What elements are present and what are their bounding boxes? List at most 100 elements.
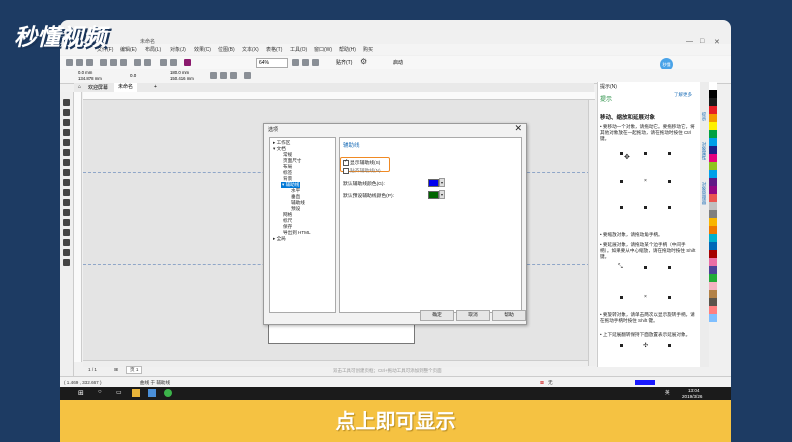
- guide-color-swatch[interactable]: [428, 179, 439, 187]
- lock-ratio-icon[interactable]: [210, 72, 217, 79]
- rectangle-tool-icon[interactable]: [63, 159, 70, 166]
- cut-icon[interactable]: [100, 59, 107, 66]
- palette-swatch[interactable]: [709, 90, 717, 98]
- learn-more-link[interactable]: 了解更多: [674, 92, 696, 97]
- grid-icon[interactable]: [312, 59, 319, 66]
- palette-swatch[interactable]: [709, 314, 717, 322]
- tab-untitled[interactable]: 未命名: [114, 83, 138, 92]
- palette-swatch[interactable]: [709, 210, 717, 218]
- start-icon[interactable]: ⊞: [78, 389, 84, 397]
- ime-indicator[interactable]: 英: [665, 390, 670, 396]
- palette-swatch[interactable]: [709, 194, 717, 202]
- palette-swatch[interactable]: [709, 306, 717, 314]
- x-position-field[interactable]: 0.0 mm: [78, 70, 92, 75]
- palette-swatch[interactable]: [709, 170, 717, 178]
- palette-swatch[interactable]: [709, 290, 717, 298]
- wrap-text-icon[interactable]: [244, 72, 251, 79]
- copy-icon[interactable]: [110, 59, 117, 66]
- palette-swatch[interactable]: [709, 274, 717, 282]
- tree-item-export-html[interactable]: 导出到 HTML: [283, 230, 311, 236]
- menu-tools[interactable]: 工具(O): [290, 46, 307, 53]
- palette-swatch[interactable]: [709, 186, 717, 194]
- preset-color-dropdown[interactable]: ▾: [439, 190, 445, 199]
- interactive-fill-icon[interactable]: [63, 249, 70, 256]
- palette-swatch[interactable]: [709, 282, 717, 290]
- menu-help[interactable]: 帮助(H): [339, 46, 356, 53]
- palette-swatch[interactable]: [709, 130, 717, 138]
- transparency-icon[interactable]: [63, 229, 70, 236]
- palette-swatch[interactable]: [709, 218, 717, 226]
- palette-swatch[interactable]: [709, 98, 717, 106]
- freehand-tool-icon[interactable]: [63, 139, 70, 146]
- palette-swatch[interactable]: [709, 298, 717, 306]
- palette-swatch[interactable]: [709, 250, 717, 258]
- dialog-close-button[interactable]: ✕: [514, 123, 522, 134]
- ellipse-tool-icon[interactable]: [63, 169, 70, 176]
- palette-swatch[interactable]: [709, 154, 717, 162]
- snap-guides-checkbox[interactable]: [343, 168, 349, 174]
- file-explorer-icon[interactable]: [132, 389, 140, 397]
- palette-swatch[interactable]: [709, 202, 717, 210]
- open-icon[interactable]: [76, 59, 83, 66]
- crop-tool-icon[interactable]: [63, 119, 70, 126]
- menu-object[interactable]: 对象(J): [170, 46, 186, 53]
- launch-dropdown[interactable]: 启动: [393, 59, 403, 66]
- palette-swatch[interactable]: [709, 122, 717, 130]
- import-icon[interactable]: [160, 59, 167, 66]
- outline-color-swatch[interactable]: [635, 380, 655, 385]
- palette-swatch[interactable]: [709, 242, 717, 250]
- zoom-select[interactable]: 64%: [256, 58, 288, 68]
- palette-swatch[interactable]: [709, 138, 717, 146]
- artistic-media-icon[interactable]: [63, 149, 70, 156]
- palette-swatch[interactable]: [709, 114, 717, 122]
- help-button[interactable]: 帮助: [492, 310, 526, 321]
- palette-swatch[interactable]: [709, 178, 717, 186]
- export-icon[interactable]: [170, 59, 177, 66]
- coreldraw-icon[interactable]: [164, 389, 172, 397]
- full-screen-icon[interactable]: [292, 59, 299, 66]
- pick-tool-icon[interactable]: [63, 99, 70, 106]
- palette-swatch[interactable]: [709, 106, 717, 114]
- menu-layout[interactable]: 布局(L): [145, 46, 161, 53]
- palette-swatch[interactable]: [709, 234, 717, 242]
- palette-swatch[interactable]: [709, 226, 717, 234]
- side-tab-properties[interactable]: 对象属性: [701, 142, 707, 160]
- palette-swatch[interactable]: [709, 162, 717, 170]
- drop-shadow-icon[interactable]: [63, 219, 70, 226]
- text-tool-icon[interactable]: [63, 189, 70, 196]
- shape-tool-icon[interactable]: [63, 109, 70, 116]
- mirror-h-icon[interactable]: [220, 72, 227, 79]
- vertical-scrollbar[interactable]: [588, 100, 596, 366]
- tab-welcome[interactable]: 欢迎屏幕: [88, 84, 108, 91]
- palette-swatch[interactable]: [709, 266, 717, 274]
- menu-table[interactable]: 表格(T): [266, 46, 282, 53]
- preset-color-swatch[interactable]: [428, 191, 439, 199]
- side-tab-hints[interactable]: 提示: [701, 112, 707, 121]
- tree-item-global[interactable]: ▸ 全局: [273, 236, 286, 242]
- mirror-v-icon[interactable]: [230, 72, 237, 79]
- ok-button[interactable]: 确定: [420, 310, 454, 321]
- search-icon[interactable]: ○: [98, 389, 102, 395]
- palette-swatch[interactable]: [709, 258, 717, 266]
- add-page-icon[interactable]: ⊞: [114, 367, 118, 373]
- palette-swatch[interactable]: [709, 82, 717, 90]
- parallel-dimension-icon[interactable]: [63, 199, 70, 206]
- add-tab-icon[interactable]: +: [154, 84, 157, 90]
- new-icon[interactable]: [66, 59, 73, 66]
- side-tab-object-manager[interactable]: 对象管理器: [701, 182, 707, 205]
- connector-tool-icon[interactable]: [63, 209, 70, 216]
- palette-swatch[interactable]: [709, 146, 717, 154]
- polygon-tool-icon[interactable]: [63, 179, 70, 186]
- redo-icon[interactable]: [144, 59, 151, 66]
- width-field[interactable]: 180.0 mm: [170, 70, 189, 75]
- smart-fill-icon[interactable]: [63, 259, 70, 266]
- page-tab[interactable]: 页 1: [126, 366, 143, 374]
- paste-icon[interactable]: [120, 59, 127, 66]
- cancel-button[interactable]: 取消: [456, 310, 490, 321]
- save-icon[interactable]: [86, 59, 93, 66]
- guide-color-dropdown[interactable]: ▾: [439, 178, 445, 187]
- y-position-field[interactable]: 134.878 mm: [78, 76, 102, 81]
- snap-to-dropdown[interactable]: 贴齐(T): [336, 59, 352, 66]
- zoom-tool-icon[interactable]: [63, 129, 70, 136]
- publish-pdf-icon[interactable]: [184, 59, 191, 66]
